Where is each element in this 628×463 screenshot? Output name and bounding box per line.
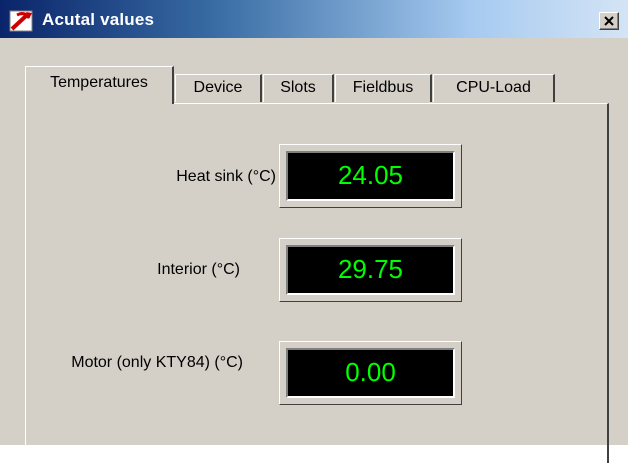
- tab-cpu-load[interactable]: CPU-Load: [433, 74, 555, 102]
- close-icon: [604, 16, 614, 26]
- app-logo-icon: [9, 9, 35, 33]
- tab-slots-label: Slots: [280, 79, 316, 96]
- tab-slots[interactable]: Slots: [263, 74, 334, 102]
- tab-device-label: Device: [193, 79, 243, 96]
- heat-sink-display: 24.05: [279, 144, 462, 208]
- motor-display: 0.00: [279, 341, 462, 405]
- window-title: Acutal values: [42, 10, 155, 29]
- heat-sink-label: Heat sink (°C): [176, 168, 276, 185]
- interior-display: 29.75: [279, 238, 462, 302]
- actual-values-window: Acutal values Temperatures Device Slots …: [0, 0, 628, 463]
- heat-sink-value: 24.05: [286, 151, 455, 201]
- motor-label: Motor (only KTY84) (°C): [71, 354, 243, 371]
- tab-cpu-load-label: CPU-Load: [456, 79, 531, 96]
- tab-temperatures[interactable]: Temperatures: [25, 66, 174, 104]
- tab-temperatures-label: Temperatures: [50, 74, 148, 91]
- temperatures-panel: Heat sink (°C) 24.05 Interior (°C) 29.75…: [25, 103, 609, 463]
- tab-device[interactable]: Device: [175, 74, 262, 102]
- close-button[interactable]: [599, 12, 619, 30]
- title-bar[interactable]: Acutal values: [0, 0, 628, 38]
- tab-fieldbus[interactable]: Fieldbus: [335, 74, 432, 102]
- motor-value: 0.00: [286, 348, 455, 398]
- interior-label: Interior (°C): [157, 261, 240, 278]
- interior-value: 29.75: [286, 245, 455, 295]
- tab-fieldbus-label: Fieldbus: [352, 79, 414, 96]
